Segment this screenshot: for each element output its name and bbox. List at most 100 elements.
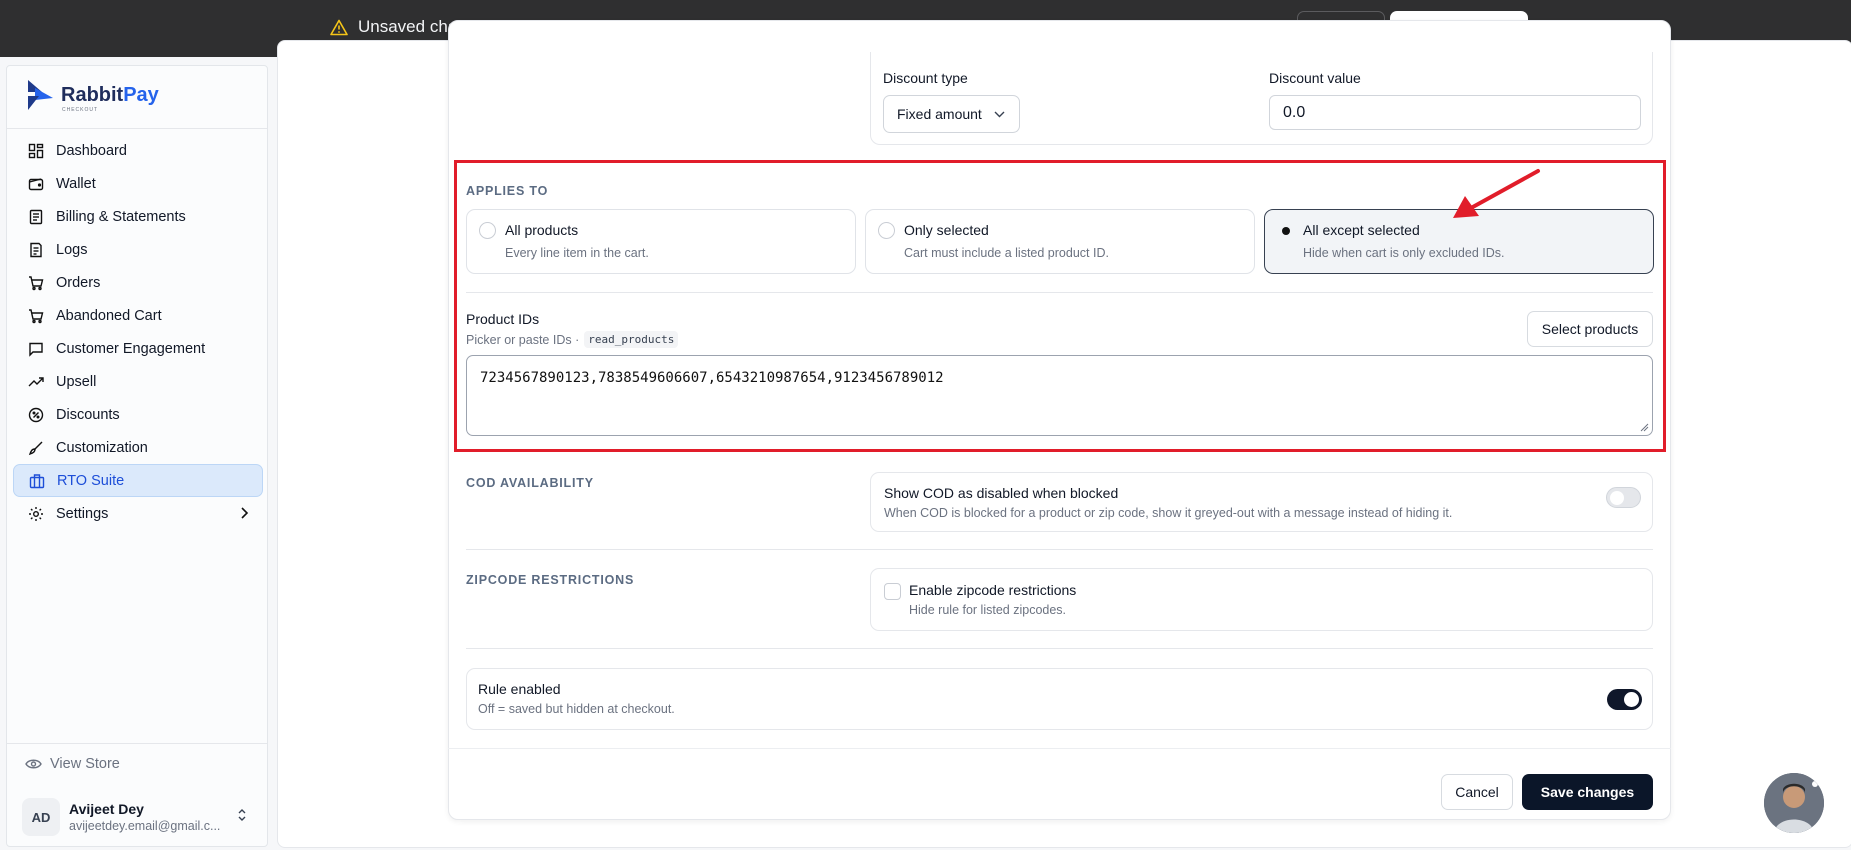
product-ids-hint: Picker or paste IDs ·	[466, 332, 580, 347]
billing-icon	[29, 209, 43, 224]
sidebar-item-label: Settings	[56, 505, 109, 522]
wallet-icon	[28, 177, 44, 190]
rule-enabled-title: Rule enabled	[478, 681, 561, 697]
rule-enabled-desc: Off = saved but hidden at checkout.	[478, 702, 675, 716]
sidebar-item-customization[interactable]: Customization	[13, 431, 263, 464]
brand-sub: CHECKOUT	[62, 107, 99, 113]
discount-value-label: Discount value	[1269, 70, 1361, 86]
user-menu[interactable]: AD Avijeet Dey avijeetdey.email@gmail.c.…	[22, 792, 257, 842]
cod-title: Show COD as disabled when blocked	[884, 485, 1119, 501]
user-email: avijeetdey.email@gmail.c...	[69, 819, 221, 833]
sidebar-item-abandoned-cart[interactable]: Abandoned Cart	[13, 299, 263, 332]
chevron-down-icon	[994, 111, 1005, 117]
zipcode-panel: Enable zipcode restrictions Hide rule fo…	[870, 568, 1653, 631]
sidebar-item-customer-engagement[interactable]: Customer Engagement	[13, 332, 263, 365]
sidebar-item-label: Customer Engagement	[56, 340, 206, 357]
sidebar-divider	[7, 128, 267, 129]
divider	[466, 549, 1653, 550]
option-desc: Hide when cart is only excluded IDs.	[1303, 246, 1505, 260]
sidebar-item-orders[interactable]: Orders	[13, 266, 263, 299]
sidebar-item-rto-suite[interactable]: RTO Suite	[13, 464, 263, 497]
radio-all-products[interactable]	[479, 222, 496, 239]
chat-icon	[29, 342, 43, 357]
radio-only-selected[interactable]	[878, 222, 895, 239]
sidebar-item-logs[interactable]: Logs	[13, 233, 263, 266]
discount-type-value: Fixed amount	[897, 106, 982, 122]
sidebar-item-dashboard[interactable]: Dashboard	[13, 134, 263, 167]
sidebar-item-billing[interactable]: Billing & Statements	[13, 200, 263, 233]
resize-handle-icon[interactable]	[1640, 423, 1649, 432]
select-products-button[interactable]: Select products	[1527, 311, 1653, 347]
sidebar-item-label: Wallet	[56, 175, 96, 192]
discount-type-select[interactable]: Fixed amount	[883, 95, 1020, 133]
sidebar-item-label: Orders	[56, 274, 101, 291]
cod-panel: Show COD as disabled when blocked When C…	[870, 472, 1653, 532]
sidebar-divider	[7, 743, 267, 744]
view-store-label: View Store	[50, 756, 120, 772]
discount-type-label: Discount type	[883, 70, 968, 86]
cancel-button[interactable]: Cancel	[1441, 774, 1513, 810]
trending-up-icon	[28, 376, 44, 386]
zipcode-desc: Hide rule for listed zipcodes.	[909, 603, 1067, 617]
product-ids-textarea[interactable]: 7234567890123,7838549606607,654321098765…	[466, 355, 1653, 436]
divider	[466, 292, 1653, 293]
rto-icon	[29, 473, 45, 488]
sidebar-item-label: Logs	[56, 241, 88, 258]
option-only-selected[interactable]: Only selected Cart must include a listed…	[865, 209, 1255, 274]
sidebar-item-label: Abandoned Cart	[56, 307, 162, 324]
cart-icon	[29, 275, 44, 290]
support-chat-avatar[interactable]	[1764, 773, 1824, 833]
eye-icon	[25, 759, 42, 769]
abandoned-cart-icon	[29, 308, 44, 323]
rabbitpay-logo-icon	[28, 80, 53, 110]
footer-divider	[448, 748, 1671, 749]
sidebar-item-label: Discounts	[56, 406, 120, 423]
sidebar-item-settings[interactable]: Settings	[13, 497, 263, 530]
user-name: Avijeet Dey	[69, 801, 144, 817]
product-ids-value: 7234567890123,7838549606607,654321098765…	[480, 370, 944, 386]
brush-icon	[28, 441, 43, 455]
warning-icon	[330, 19, 348, 35]
support-avatar-icon	[1764, 773, 1824, 833]
sidebar-item-discounts[interactable]: Discounts	[13, 398, 263, 431]
rule-enabled-panel: Rule enabled Off = saved but hidden at c…	[466, 668, 1653, 730]
rule-enabled-toggle[interactable]	[1607, 689, 1642, 710]
avatar: AD	[22, 798, 60, 836]
option-title: All except selected	[1303, 222, 1420, 238]
zipcode-title: Enable zipcode restrictions	[909, 582, 1077, 598]
save-button[interactable]: Save changes	[1522, 774, 1653, 810]
option-desc: Every line item in the cart.	[505, 246, 649, 260]
dashboard-icon	[28, 143, 44, 158]
sidebar-item-wallet[interactable]: Wallet	[13, 167, 263, 200]
discount-value-input[interactable]: 0.0	[1269, 95, 1641, 130]
scope-code: read_products	[584, 331, 679, 348]
gear-icon	[29, 506, 43, 521]
product-ids-hint-row: Picker or paste IDs · read_products	[466, 331, 679, 348]
brand-name: RabbitPay	[61, 83, 159, 106]
radio-all-except-selected[interactable]	[1277, 222, 1294, 239]
sidebar-item-label: RTO Suite	[57, 472, 125, 489]
sidebar-item-label: Upsell	[56, 373, 97, 390]
cod-heading: COD AVAILABILITY	[466, 476, 594, 490]
sidebar-item-label: Dashboard	[56, 142, 127, 159]
annotation-arrow	[1453, 169, 1540, 218]
cod-desc: When COD is blocked for a product or zip…	[884, 506, 1453, 520]
product-ids-label: Product IDs	[466, 311, 540, 327]
sidebar-item-upsell[interactable]: Upsell	[13, 365, 263, 398]
logs-icon	[30, 242, 42, 257]
option-desc: Cart must include a listed product ID.	[904, 246, 1109, 260]
divider	[466, 648, 1653, 649]
brand-logo[interactable]: RabbitPay CHECKOUT	[25, 78, 159, 113]
cod-toggle[interactable]	[1606, 487, 1641, 508]
chevron-right-icon	[241, 507, 249, 519]
option-title: Only selected	[904, 222, 989, 238]
sidebar: RabbitPay CHECKOUT Dashboard Wallet Bill…	[6, 65, 268, 847]
sidebar-item-label: Customization	[56, 439, 148, 456]
discount-icon	[28, 407, 44, 422]
zipcode-checkbox[interactable]	[884, 583, 901, 600]
chevron-up-down-icon	[238, 809, 246, 821]
option-all-products[interactable]: All products Every line item in the cart…	[466, 209, 856, 274]
applies-to-heading: APPLIES TO	[466, 184, 549, 198]
option-title: All products	[505, 222, 579, 238]
view-store-link[interactable]: View Store	[25, 756, 120, 772]
